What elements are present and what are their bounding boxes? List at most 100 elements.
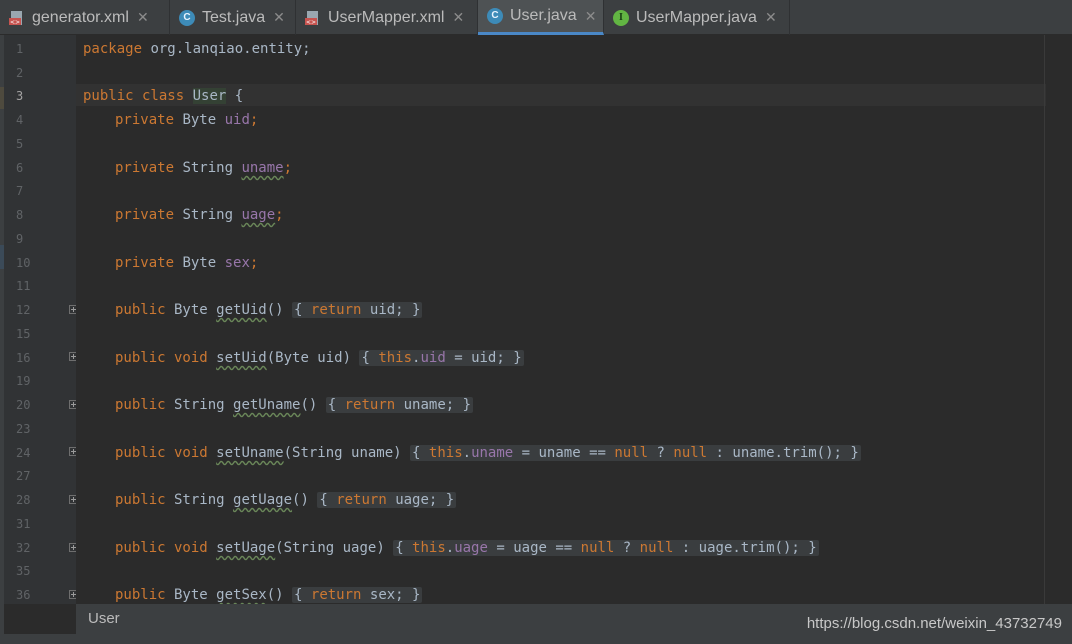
tab-user-java[interactable]: C User.java ✕ bbox=[478, 0, 604, 35]
line-number: 36 bbox=[16, 588, 31, 602]
code-line: private String uage; bbox=[115, 204, 284, 226]
editor-tab-bar: <> generator.xml ✕ C Test.java ✕ <> User… bbox=[0, 0, 1072, 35]
line-number: 10 bbox=[16, 256, 31, 270]
breadcrumb-item-user[interactable]: User bbox=[88, 610, 120, 627]
method-name: getUage bbox=[233, 492, 293, 508]
right-margin-guide bbox=[1044, 35, 1045, 604]
code-line: public String getUname() { return uname;… bbox=[115, 394, 474, 416]
line-number: 1 bbox=[16, 42, 24, 56]
type-name: String bbox=[165, 492, 234, 508]
brace: { bbox=[226, 88, 244, 104]
xml-file-icon: <> bbox=[8, 9, 26, 27]
code-line: private Byte uid; bbox=[115, 109, 258, 131]
code-line: public void setUage(String uage) { this.… bbox=[115, 537, 819, 559]
semicolon: ; bbox=[249, 255, 259, 271]
semicolon: ; bbox=[275, 207, 284, 223]
keyword: package bbox=[83, 41, 143, 57]
field-name: uage bbox=[241, 207, 276, 223]
type-name: Byte bbox=[174, 255, 225, 271]
keyword: public bbox=[115, 397, 166, 413]
parameters: (Byte uid) bbox=[266, 350, 352, 366]
code-line: public void setUname(String uname) { thi… bbox=[115, 442, 861, 464]
folded-body[interactable]: { return uage; } bbox=[317, 492, 457, 508]
svg-text:<>: <> bbox=[306, 19, 316, 26]
line-number: 9 bbox=[16, 232, 24, 246]
line-number: 5 bbox=[16, 137, 24, 151]
folded-body[interactable]: { return uid; } bbox=[292, 302, 423, 318]
folded-body[interactable]: { return uname; } bbox=[325, 397, 474, 413]
line-number: 3 bbox=[16, 89, 24, 103]
tab-usermapper-xml[interactable]: <> UserMapper.xml ✕ bbox=[296, 0, 478, 35]
java-interface-icon: I bbox=[612, 9, 630, 27]
code-line: public String getUage() { return uage; } bbox=[115, 489, 457, 511]
folded-body[interactable]: { this.uid = uid; } bbox=[359, 350, 524, 366]
line-number: 28 bbox=[16, 493, 31, 507]
line-number: 11 bbox=[16, 279, 31, 293]
type-name: String bbox=[174, 207, 242, 223]
tab-label: User.java bbox=[510, 7, 577, 24]
line-number: 27 bbox=[16, 469, 31, 483]
line-number: 6 bbox=[16, 161, 24, 175]
line-number: 15 bbox=[16, 327, 31, 341]
keyword: private bbox=[115, 160, 175, 176]
code-line: private String uname; bbox=[115, 157, 292, 179]
svg-text:<>: <> bbox=[10, 19, 20, 26]
type-name: String bbox=[165, 397, 234, 413]
code-line: private Byte sex; bbox=[115, 252, 258, 274]
field-name: sex bbox=[224, 255, 250, 271]
field-name: uname bbox=[241, 160, 284, 176]
method-name: getSex bbox=[216, 587, 267, 603]
keyword: public void bbox=[115, 445, 208, 461]
folded-body[interactable]: { return sex; } bbox=[292, 587, 423, 603]
close-icon[interactable]: ✕ bbox=[137, 9, 149, 26]
line-number: 8 bbox=[16, 208, 24, 222]
line-number: 32 bbox=[16, 541, 31, 555]
method-name: setUage bbox=[216, 540, 276, 556]
tab-generator-xml[interactable]: <> generator.xml ✕ bbox=[0, 0, 170, 35]
keyword: private bbox=[115, 255, 175, 271]
java-class-icon: C bbox=[178, 9, 196, 27]
line-number: 23 bbox=[16, 422, 31, 436]
field-name: uid bbox=[224, 112, 250, 128]
close-icon[interactable]: ✕ bbox=[452, 9, 464, 26]
parameters: (String uage) bbox=[275, 540, 385, 556]
parameters: () bbox=[292, 492, 309, 508]
status-bar bbox=[0, 634, 1072, 644]
class-name: User bbox=[192, 88, 227, 104]
line-number: 7 bbox=[16, 184, 24, 198]
line-number: 31 bbox=[16, 517, 31, 531]
parameters: () bbox=[300, 397, 318, 413]
code-line: public Byte getSex() { return sex; } bbox=[115, 584, 423, 604]
close-icon[interactable]: ✕ bbox=[273, 9, 285, 26]
keyword: public bbox=[115, 587, 166, 603]
line-number: 4 bbox=[16, 113, 24, 127]
package-name: org.lanqiao.entity; bbox=[142, 41, 311, 57]
keyword: private bbox=[115, 112, 175, 128]
line-number-gutter: 1 2 3 4 5 6 7 8 9 10 11 12 15 16 19 20 2… bbox=[4, 35, 78, 604]
semicolon: ; bbox=[249, 112, 259, 128]
line-number: 24 bbox=[16, 446, 31, 460]
tab-usermapper-java[interactable]: I UserMapper.java ✕ bbox=[604, 0, 790, 35]
line-number: 35 bbox=[16, 564, 31, 578]
keyword: public void bbox=[115, 350, 208, 366]
type-name: Byte bbox=[165, 302, 217, 318]
tab-label: UserMapper.java bbox=[636, 8, 757, 26]
semicolon: ; bbox=[283, 160, 293, 176]
keyword: public bbox=[115, 492, 166, 508]
tab-label: generator.xml bbox=[32, 8, 129, 26]
close-icon[interactable]: ✕ bbox=[765, 9, 777, 26]
close-icon[interactable]: ✕ bbox=[585, 8, 597, 25]
line-number: 16 bbox=[16, 351, 31, 365]
folded-body[interactable]: { this.uname = uname == null ? null : un… bbox=[410, 445, 861, 461]
java-class-icon: C bbox=[486, 7, 504, 25]
code-editor[interactable]: package org.lanqiao.entity; public class… bbox=[76, 35, 1072, 604]
code-line: public void setUid(Byte uid) { this.uid … bbox=[115, 347, 524, 369]
watermark-text: https://blog.csdn.net/weixin_43732749 bbox=[806, 615, 1062, 632]
line-number: 12 bbox=[16, 303, 31, 317]
method-name: getUid bbox=[216, 302, 267, 318]
line-number: 19 bbox=[16, 374, 31, 388]
tab-test-java[interactable]: C Test.java ✕ bbox=[170, 0, 296, 35]
folded-body[interactable]: { this.uage = uage == null ? null : uage… bbox=[393, 540, 819, 556]
method-name: getUname bbox=[233, 397, 301, 413]
xml-file-icon: <> bbox=[304, 9, 322, 27]
